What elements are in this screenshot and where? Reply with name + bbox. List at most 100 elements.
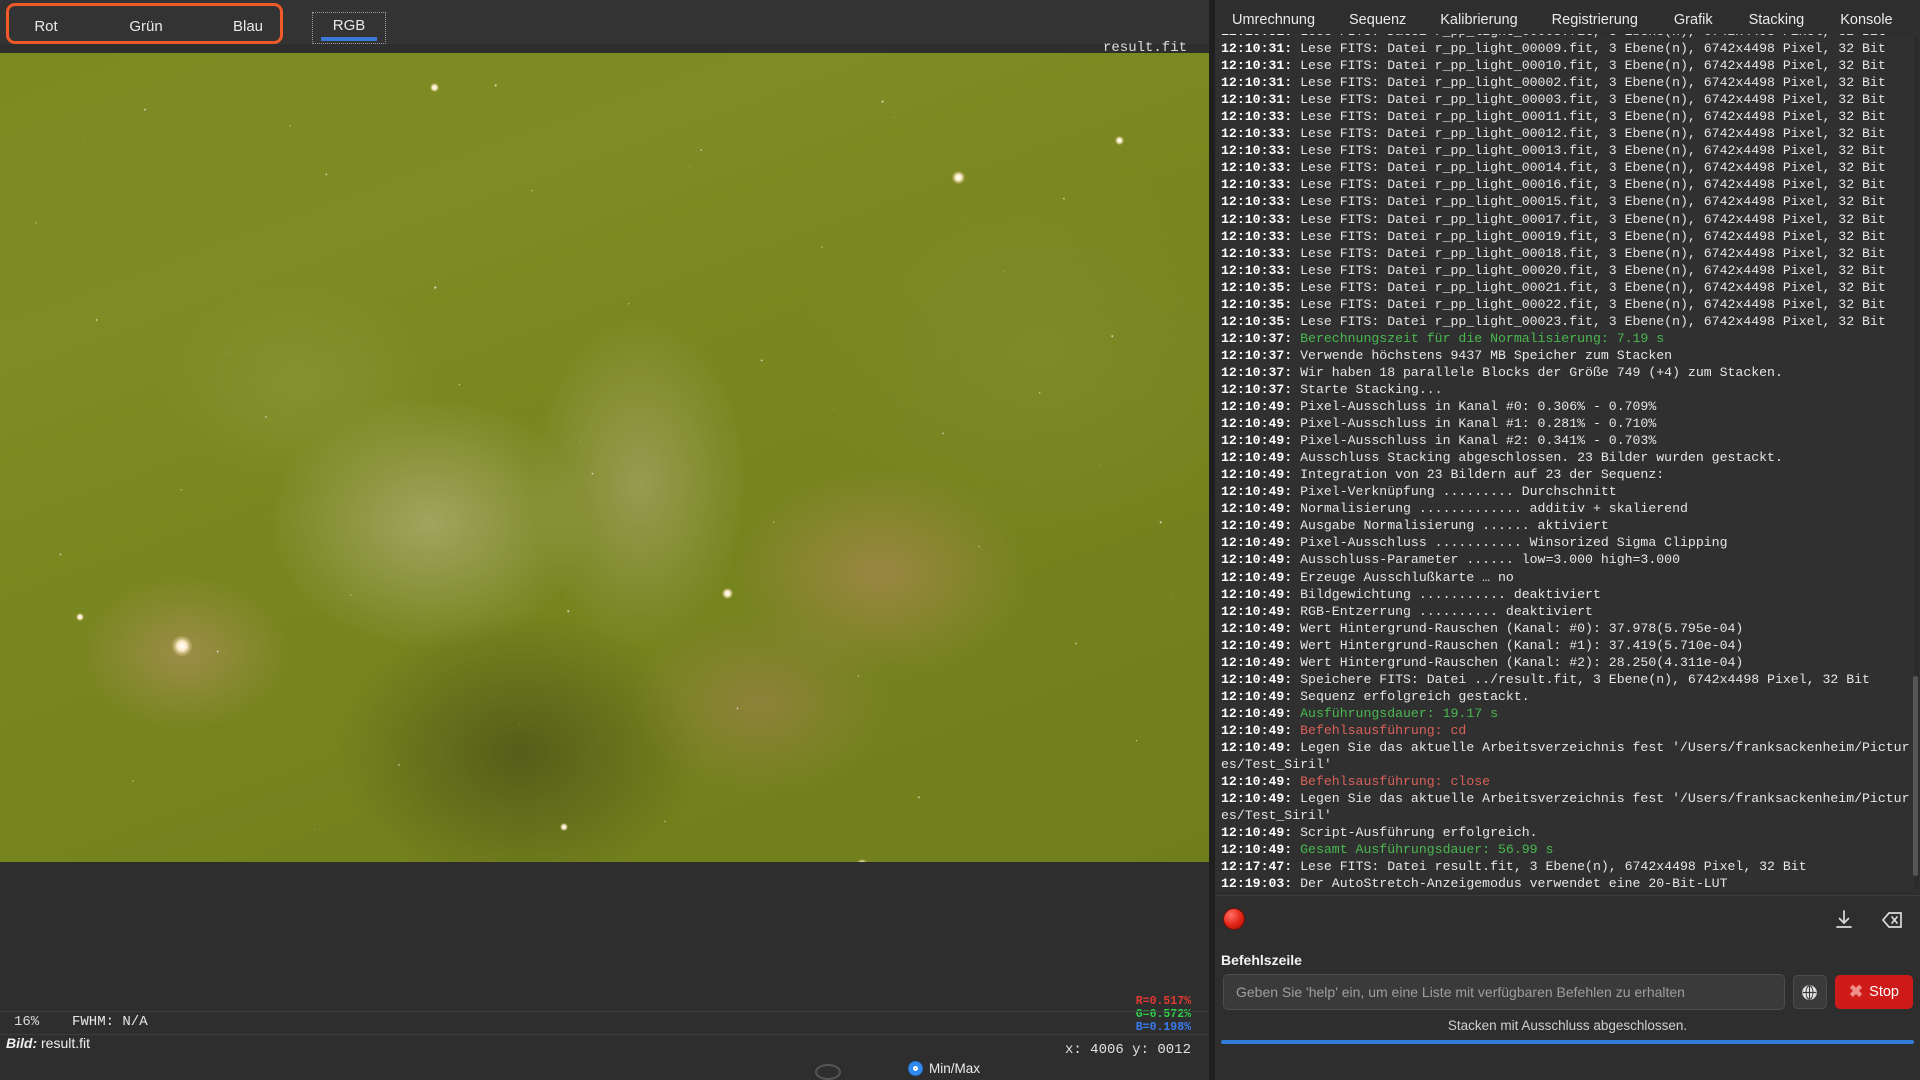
console-log-line: 12:10:37: Berechnungszeit für die Normal… (1221, 330, 1914, 347)
console-log-line: 12:10:33: Lese FITS: Datei r_pp_light_00… (1221, 142, 1914, 159)
console-log-timestamp: 12:10:31: (1221, 75, 1301, 91)
console-log-timestamp: 12:10:31: (1221, 34, 1300, 39)
console-scrollbar-thumb[interactable] (1913, 676, 1918, 876)
console-toolbar (1215, 895, 1920, 947)
tab-sequenz-label: Sequenz (1349, 12, 1407, 28)
console-log-message: Lese FITS: Datei r_pp_light_00017.fit, 3… (1300, 211, 1886, 227)
console-log-line: 12:10:49: Wert Hintergrund-Rauschen (Kan… (1221, 654, 1914, 671)
stop-button-label: Stop (1869, 984, 1899, 1000)
console-log-timestamp: 12:10:49: (1221, 518, 1301, 534)
console-log-timestamp: 12:10:49: (1221, 654, 1301, 670)
channel-tab-blau[interactable]: Blau (212, 18, 284, 44)
console-log-timestamp: 12:10:33: (1221, 194, 1301, 210)
console-log-line: 12:10:49: Befehlsausführung: cd (1221, 722, 1914, 739)
export-log-icon[interactable] (1830, 906, 1858, 934)
console-log-message: Pixel-Ausschluss in Kanal #1: 0.281% - 0… (1300, 416, 1657, 432)
console-log-line: 12:10:33: Lese FITS: Datei r_pp_light_00… (1221, 108, 1914, 125)
console-log-line: 12:10:49: Normalisierung ............. a… (1221, 500, 1914, 517)
console-log-line: 12:10:49: Erzeuge Ausschlußkarte … no (1221, 569, 1914, 586)
console-log-line: 12:10:33: Lese FITS: Datei r_pp_light_00… (1221, 176, 1914, 193)
display-mode-strip: Min/Max (0, 1060, 1209, 1080)
console-log-message: Lese FITS: Datei result.fit, 3 Ebene(n),… (1300, 859, 1807, 875)
console-log-timestamp: 12:10:49: (1221, 620, 1301, 636)
console-log-timestamp: 12:19:03: (1221, 876, 1301, 892)
console-log-line: 12:10:33: Lese FITS: Datei r_pp_light_00… (1221, 228, 1914, 245)
star-layer-small (0, 53, 1209, 862)
channel-tab-gruen[interactable]: Grün (106, 18, 186, 44)
console-log-line: 12:10:49: Pixel-Verknüpfung ......... Du… (1221, 483, 1914, 500)
console-log-message: Wert Hintergrund-Rauschen (Kanal: #1): 3… (1300, 637, 1744, 653)
console-log-message: Lese FITS: Datei r_pp_light_00020.fit, 3… (1300, 262, 1886, 278)
command-line-label: Befehlszeile (1221, 952, 1302, 968)
display-mode-minmax-option[interactable]: Min/Max (908, 1061, 980, 1076)
console-log-timestamp: 12:10:37: (1221, 364, 1301, 380)
console-log-message: Lese FITS: Datei r_pp_light_00010.fit, 3… (1300, 58, 1886, 74)
console-log-message: Lese FITS: Datei r_pp_light_00022.fit, 3… (1300, 296, 1886, 312)
siril-main-window: Rot Grün Blau RGB result.fit R=0.517% G=… (0, 0, 1920, 1080)
console-log-message: Pixel-Ausschluss in Kanal #0: 0.306% - 0… (1300, 399, 1657, 415)
console-log-line: 12:10:49: Pixel-Ausschluss in Kanal #2: … (1221, 432, 1914, 449)
console-log-line: 12:10:49: Bildgewichtung ........... dea… (1221, 586, 1914, 603)
console-log-message: RGB-Entzerrung .......... deaktiviert (1300, 603, 1593, 619)
console-log-message: Lese FITS: Datei r_pp_light_00015.fit, 3… (1300, 194, 1886, 210)
console-log-timestamp: 12:10:49: (1221, 825, 1301, 841)
console-log-timestamp: 12:10:31: (1221, 92, 1301, 108)
console-log-message: Lese FITS: Datei r_pp_light_00014.fit, 3… (1300, 160, 1886, 176)
bright-star (430, 83, 439, 92)
console-log-line: 12:10:35: Lese FITS: Datei r_pp_light_00… (1221, 279, 1914, 296)
recording-indicator-icon[interactable] (1223, 908, 1245, 930)
stop-button[interactable]: ✖ Stop (1834, 975, 1913, 1009)
console-log-timestamp: 12:10:31: (1221, 58, 1301, 74)
console-log-line: 12:10:37: Wir haben 18 parallele Blocks … (1221, 364, 1914, 381)
console-log-timestamp: 12:10:49: (1221, 586, 1301, 602)
console-log-timestamp: 12:10:49: (1221, 484, 1301, 500)
console-log-scroll-area[interactable]: 12:10:31: Lese FITS: Datei r_pp_light_00… (1215, 34, 1920, 892)
console-log-timestamp: 12:10:49: (1221, 722, 1301, 738)
bright-star (952, 171, 965, 184)
minmax-radio-button[interactable] (908, 1061, 923, 1076)
console-log-line: 12:10:49: Ausschluss Stacking abgeschlos… (1221, 449, 1914, 466)
channel-tab-rot[interactable]: Rot (10, 18, 82, 44)
console-log-timestamp: 12:10:31: (1221, 41, 1301, 57)
console-log-timestamp: 12:10:49: (1221, 842, 1301, 858)
console-log-line: 12:10:49: Ausführungsdauer: 19.17 s (1221, 705, 1914, 722)
channel-tab-rgb-selected-indicator (321, 37, 377, 41)
astronomy-image (0, 53, 1209, 862)
bright-star (172, 636, 192, 656)
console-log-timestamp: 12:10:49: (1221, 637, 1301, 653)
console-log-timestamp: 12:10:49: (1221, 603, 1301, 619)
console-log-timestamp: 12:10:49: (1221, 467, 1301, 483)
console-log-message: Lese FITS: Datei r_pp_light_00009.fit, 3… (1300, 41, 1886, 57)
selection-ellipse-icon[interactable] (815, 1064, 841, 1080)
bright-star (76, 613, 84, 621)
tab-grafik-label: Grafik (1673, 12, 1713, 28)
clear-log-icon[interactable] (1878, 906, 1906, 934)
console-log-message: Lese FITS: Datei r_pp_light_00012.fit, 3… (1300, 126, 1886, 142)
console-log-timestamp: 12:10:49: (1221, 705, 1301, 721)
console-log-line: 12:10:31: Lese FITS: Datei r_pp_light_00… (1221, 74, 1914, 91)
console-log-line: 12:10:49: Legen Sie das aktuelle Arbeits… (1221, 739, 1914, 773)
console-log-timestamp: 12:10:33: (1221, 160, 1301, 176)
channel-tab-blau-label: Blau (232, 18, 264, 35)
astronomy-image-canvas[interactable] (0, 53, 1209, 862)
console-scrollbar-track[interactable] (1913, 36, 1919, 889)
console-log-message: Lese FITS: Datei r_pp_light_00003.fit, 3… (1300, 92, 1886, 108)
console-log-message: Lese FITS: Datei r_pp_light_00016.fit, 3… (1300, 177, 1886, 193)
channel-tab-rot-label: Rot (34, 18, 58, 35)
console-log-line: 12:10:31: Lese FITS: Datei r_pp_light_00… (1221, 57, 1914, 74)
console-log-timestamp: 12:10:33: (1221, 245, 1301, 261)
console-log-line: 12:10:35: Lese FITS: Datei r_pp_light_00… (1221, 296, 1914, 313)
console-log-message: Pixel-Verknüpfung ......... Durchschnitt (1300, 484, 1617, 500)
console-log-message: Lese FITS: Datei r_pp_light_00011.fit, 3… (1300, 109, 1886, 125)
console-log-line: 12:10:49: Pixel-Ausschluss in Kanal #1: … (1221, 415, 1914, 432)
console-log-line: 12:10:33: Lese FITS: Datei r_pp_light_00… (1221, 211, 1914, 228)
channel-tab-rgb[interactable]: RGB (312, 12, 386, 44)
console-log-message: Wert Hintergrund-Rauschen (Kanal: #0): 3… (1300, 620, 1744, 636)
console-log-line: 12:10:49: Sequenz erfolgreich gestackt. (1221, 688, 1914, 705)
console-log-line: 12:10:49: Befehlsausführung: close (1221, 773, 1914, 790)
console-log-message: Legen Sie das aktuelle Arbeitsverzeichni… (1221, 791, 1910, 824)
command-help-button[interactable] (1792, 975, 1827, 1009)
command-input[interactable] (1223, 974, 1785, 1010)
console-log-line: 12:10:49: Gesamt Ausführungsdauer: 56.99… (1221, 841, 1914, 858)
console-log-timestamp: 12:10:33: (1221, 211, 1301, 227)
